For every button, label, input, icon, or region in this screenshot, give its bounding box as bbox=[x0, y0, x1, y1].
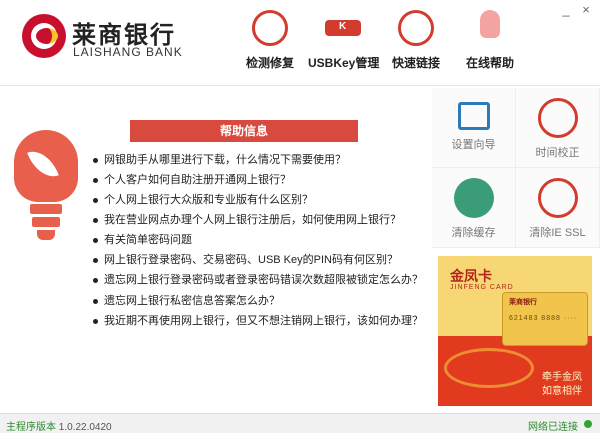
minimize-button[interactable]: _ bbox=[557, 2, 575, 17]
faq-item[interactable]: 网上银行登录密码、交易密码、USB Key的PIN码有何区别？ bbox=[90, 250, 430, 270]
status-bar: 主程序版本 1.0.22.0420 网络已连接 bbox=[0, 413, 600, 433]
bulb-neck bbox=[32, 217, 60, 227]
lightbulb-icon bbox=[480, 10, 500, 38]
version-label: 主程序版本 bbox=[6, 422, 56, 433]
clear-ie-ssl-button[interactable]: 清除IE SSL bbox=[516, 168, 600, 248]
bank-name-en: LAISHANG BANK bbox=[73, 45, 183, 59]
faq-item[interactable]: 网银助手从哪里进行下载，什么情况下需要使用？ bbox=[90, 150, 430, 170]
nav-quick-link[interactable]: 快速链接 bbox=[388, 10, 444, 80]
tool-label: 时间校正 bbox=[535, 147, 580, 159]
jinfeng-card-ad[interactable]: 金凤卡 JINFENG CARD 莱商银行 621483 8888 ···· 牵… bbox=[438, 256, 592, 406]
faq-item[interactable]: 个人网上银行大众版和专业版有什么区别？ bbox=[90, 190, 430, 210]
brush-icon bbox=[537, 178, 578, 218]
bank-logo-icon bbox=[22, 14, 66, 58]
nav-online-help[interactable]: 在线帮助 bbox=[462, 10, 518, 80]
version-number: 1.0.22.0420 bbox=[58, 422, 112, 433]
faq-item[interactable]: 我在营业网点办理个人网上银行注册后，如何使用网上银行？ bbox=[90, 210, 430, 230]
tools-panel: 设置向导 时间校正 清除缓存 清除IE SSL bbox=[432, 88, 600, 248]
globe-icon bbox=[453, 178, 494, 218]
nav-diagnose-repair[interactable]: 检测修复 bbox=[242, 10, 298, 80]
nav-label: USBKey管理 bbox=[308, 56, 380, 70]
faq-item[interactable]: 遗忘网上银行登录密码或者登录密码错误次数超限被锁定怎么办？ bbox=[90, 270, 430, 291]
ad-slogan-line1: 牵手金凤 bbox=[542, 372, 582, 383]
clock-icon bbox=[537, 98, 578, 138]
faq-list: 网银助手从哪里进行下载，什么情况下需要使用？ 个人客户如何自助注册开通网上银行？… bbox=[90, 150, 430, 332]
nav-usbkey-manage[interactable]: USBKey管理 bbox=[308, 10, 380, 80]
tool-label: 设置向导 bbox=[451, 139, 496, 151]
close-button[interactable]: × bbox=[577, 2, 595, 17]
nav-label: 检测修复 bbox=[245, 56, 294, 70]
nav-label: 在线帮助 bbox=[465, 56, 514, 70]
ad-title: 金凤卡 bbox=[450, 268, 492, 284]
bank-logo: 莱商银行 LAISHANG BANK bbox=[22, 14, 212, 62]
phoenix-swirl-decoration bbox=[444, 348, 534, 388]
link-icon bbox=[398, 10, 434, 46]
network-status-icon bbox=[584, 420, 592, 428]
card-number: 621483 8888 ···· bbox=[509, 315, 578, 322]
ad-subtitle: JINFENG CARD bbox=[450, 284, 514, 291]
card-bank-name: 莱商银行 bbox=[509, 299, 537, 306]
faq-item[interactable]: 有关简单密码问题 bbox=[90, 230, 430, 250]
nav-label: 快速链接 bbox=[391, 56, 440, 70]
faq-item[interactable]: 我近期不再使用网上银行，但又不想注销网上银行，该如何办理？ bbox=[90, 311, 430, 332]
network-status: 网络已连接 bbox=[528, 422, 578, 433]
setup-wizard-icon bbox=[457, 102, 490, 130]
setup-wizard-button[interactable]: 设置向导 bbox=[432, 88, 516, 168]
help-lightbulb-illustration bbox=[10, 130, 82, 258]
bulb-neck bbox=[30, 204, 62, 214]
bulb-base bbox=[37, 230, 55, 240]
time-correct-button[interactable]: 时间校正 bbox=[516, 88, 600, 168]
tool-label: 清除缓存 bbox=[451, 227, 496, 239]
faq-item[interactable]: 个人客户如何自助注册开通网上银行？ bbox=[90, 170, 430, 190]
faq-item[interactable]: 遗忘网上银行私密信息答案怎么办？ bbox=[90, 291, 430, 311]
bank-card-image: 莱商银行 621483 8888 ···· bbox=[502, 292, 588, 346]
tool-label: 清除IE SSL bbox=[529, 227, 586, 239]
ad-slogan-line2: 如意相伴 bbox=[542, 386, 582, 397]
version-info: 主程序版本 1.0.22.0420 bbox=[6, 418, 112, 433]
clear-cache-button[interactable]: 清除缓存 bbox=[432, 168, 516, 248]
header: 莱商银行 LAISHANG BANK _ × 检测修复 USBKey管理 快速链… bbox=[0, 0, 600, 86]
usb-key-icon bbox=[325, 20, 361, 36]
help-info-title: 帮助信息 bbox=[130, 120, 358, 142]
monitor-repair-icon bbox=[252, 10, 288, 46]
